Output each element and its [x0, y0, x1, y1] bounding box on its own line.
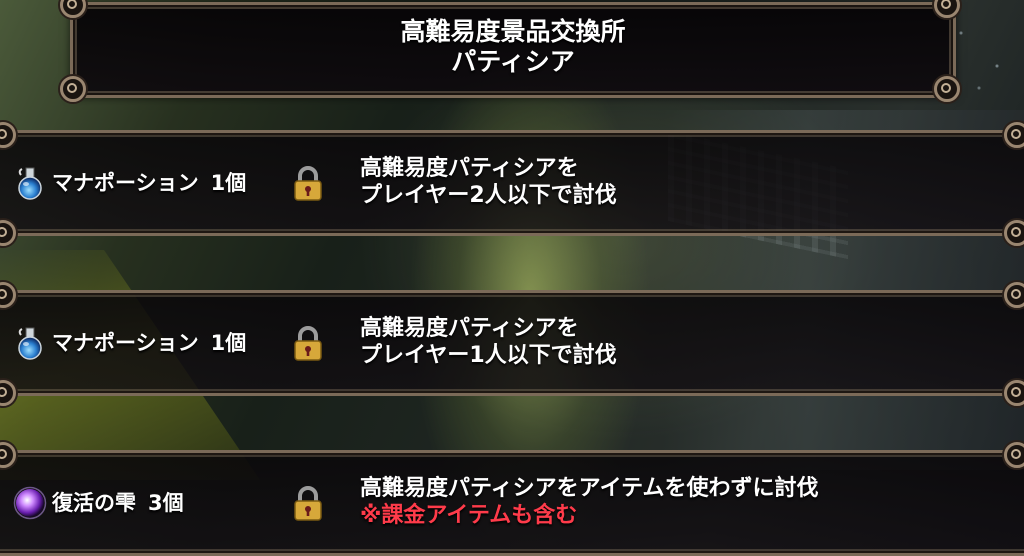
page-subtitle: パティシア — [451, 47, 575, 76]
condition-note: ※課金アイテムも含む — [360, 503, 578, 528]
ornate-corner-icon — [1004, 380, 1024, 406]
item-name: マナポーション — [52, 331, 199, 355]
lock-icon — [294, 166, 322, 201]
revival-drop-icon — [13, 486, 47, 520]
item-label: マナポーション 1個 — [52, 329, 246, 357]
mana-potion-icon — [18, 167, 42, 200]
lock-icon — [294, 326, 322, 361]
condition-line: 高難易度パティシアを — [360, 156, 579, 181]
ornate-corner-icon — [1004, 442, 1024, 468]
title-panel: 高難易度景品交換所 パティシア — [70, 2, 956, 98]
item-name: マナポーション — [52, 171, 199, 195]
lock-icon — [294, 486, 322, 521]
reward-row[interactable]: マナポーション 1個 高難易度パティシアを プレイヤー1人以下で討伐 — [0, 290, 1024, 396]
page-title: 高難易度景品交換所 — [400, 17, 626, 46]
condition-line: プレイヤー2人以下で討伐 — [360, 183, 617, 208]
unlock-condition: 高難易度パティシアを プレイヤー1人以下で討伐 — [360, 315, 617, 369]
reward-row[interactable]: 復活の雫 3個 高難易度パティシアをアイテムを使わずに討伐 ※課金アイテムも含む — [0, 450, 1024, 556]
ornate-corner-icon — [1004, 220, 1024, 246]
ornate-corner-icon — [934, 76, 960, 102]
mana-potion-icon — [18, 327, 42, 360]
condition-line: プレイヤー1人以下で討伐 — [360, 343, 617, 368]
unlock-condition: 高難易度パティシアを プレイヤー2人以下で討伐 — [360, 155, 617, 209]
ornate-corner-icon — [1004, 122, 1024, 148]
ornate-corner-icon — [1004, 282, 1024, 308]
unlock-condition: 高難易度パティシアをアイテムを使わずに討伐 ※課金アイテムも含む — [360, 475, 818, 529]
reward-row[interactable]: マナポーション 1個 高難易度パティシアを プレイヤー2人以下で討伐 — [0, 130, 1024, 236]
item-quantity: 3個 — [148, 491, 184, 515]
condition-line: 高難易度パティシアをアイテムを使わずに討伐 — [360, 476, 819, 501]
item-quantity: 1個 — [210, 331, 247, 355]
item-quantity: 1個 — [210, 171, 247, 195]
item-name: 復活の雫 — [52, 491, 136, 515]
ornate-corner-icon — [60, 76, 86, 102]
item-label: 復活の雫 3個 — [52, 489, 184, 517]
condition-line: 高難易度パティシアを — [360, 316, 579, 341]
item-label: マナポーション 1個 — [52, 169, 246, 197]
